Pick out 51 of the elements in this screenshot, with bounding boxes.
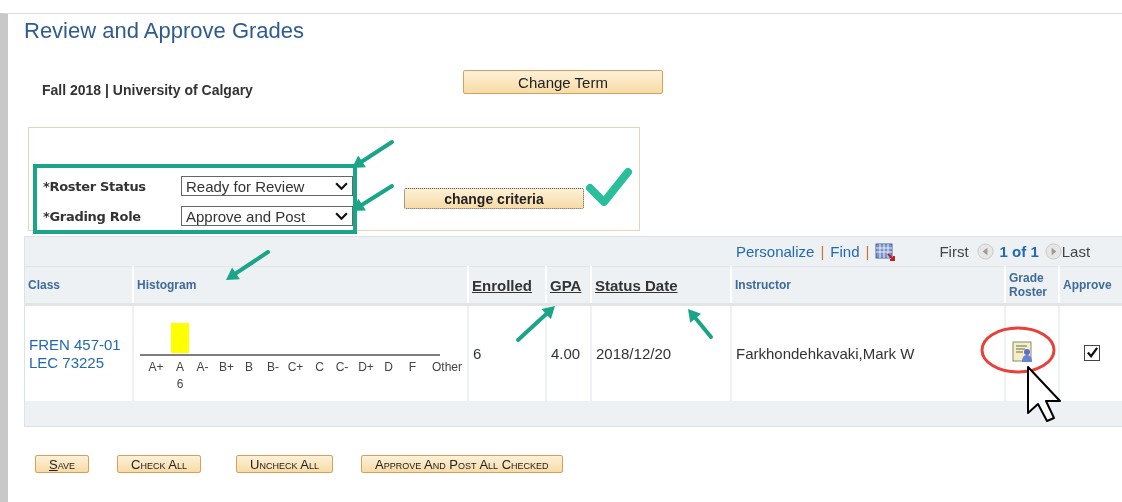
approve-checkbox[interactable] <box>1084 344 1100 361</box>
personalize-link[interactable]: Personalize <box>736 243 815 260</box>
next-icon[interactable] <box>1044 243 1062 260</box>
grade-label: C- <box>335 359 349 374</box>
checkmark-icon <box>586 168 632 206</box>
term-label: Fall 2018 | University of Calgary <box>42 82 254 98</box>
grade-label: D+ <box>358 359 374 374</box>
grade-label: C+ <box>287 359 304 374</box>
annotation-arrow <box>352 140 394 168</box>
status-date-cell: 2018/12/20 <box>591 304 731 401</box>
grade-label: A- <box>196 359 209 374</box>
last-label: Last <box>1061 243 1091 260</box>
roster-icon[interactable] <box>1012 341 1034 363</box>
enrolled-cell: 6 <box>468 304 546 401</box>
separator: | <box>865 243 870 260</box>
annotation-arrow <box>352 184 394 211</box>
action-button[interactable]: Uncheck All <box>236 455 333 473</box>
field-label: *Roster Status <box>43 178 147 194</box>
annotation-arrow <box>516 306 555 342</box>
first-label: First <box>939 243 969 260</box>
grade-label: B- <box>267 359 279 374</box>
grade-label: B <box>245 359 253 374</box>
dropdown-field[interactable]: Approve and Post <box>181 206 353 226</box>
histogram-bar <box>171 322 189 353</box>
find-link[interactable]: Find <box>830 243 860 260</box>
grid-download-icon[interactable] <box>875 242 896 261</box>
change-criteria-button[interactable]: change criteria <box>404 188 584 209</box>
grade-label: A <box>176 359 184 374</box>
action-button[interactable]: Check All <box>117 455 201 473</box>
previous-icon[interactable] <box>976 243 994 260</box>
action-button[interactable]: Save <box>35 455 89 473</box>
page-count: 1 of 1 <box>999 243 1039 260</box>
gpa-cell: 4.00 <box>546 304 591 401</box>
chevron-icon <box>335 181 348 191</box>
change-term-button[interactable]: Change Term <box>463 70 663 94</box>
grade-label: A+ <box>148 359 164 374</box>
annotation-arrow <box>688 309 713 339</box>
field-label: *Grading Role <box>43 208 142 224</box>
separator: | <box>820 243 825 260</box>
count-label: 6 <box>176 376 184 391</box>
page-title: Review and Approve Grades <box>24 18 306 44</box>
grade-label: B+ <box>219 359 234 374</box>
grade-label: C <box>315 359 324 374</box>
grade-label: D <box>384 359 393 374</box>
chevron-icon <box>335 211 348 221</box>
grade-label: Other <box>432 359 462 374</box>
dropdown-field[interactable]: Ready for Review <box>181 176 353 196</box>
instructor-cell: Farkhondehkavaki,Mark W <box>731 304 1005 401</box>
annotation-arrow <box>226 250 270 280</box>
action-button[interactable]: Approve And Post All Checked <box>360 455 563 473</box>
grade-label: F <box>408 359 417 374</box>
